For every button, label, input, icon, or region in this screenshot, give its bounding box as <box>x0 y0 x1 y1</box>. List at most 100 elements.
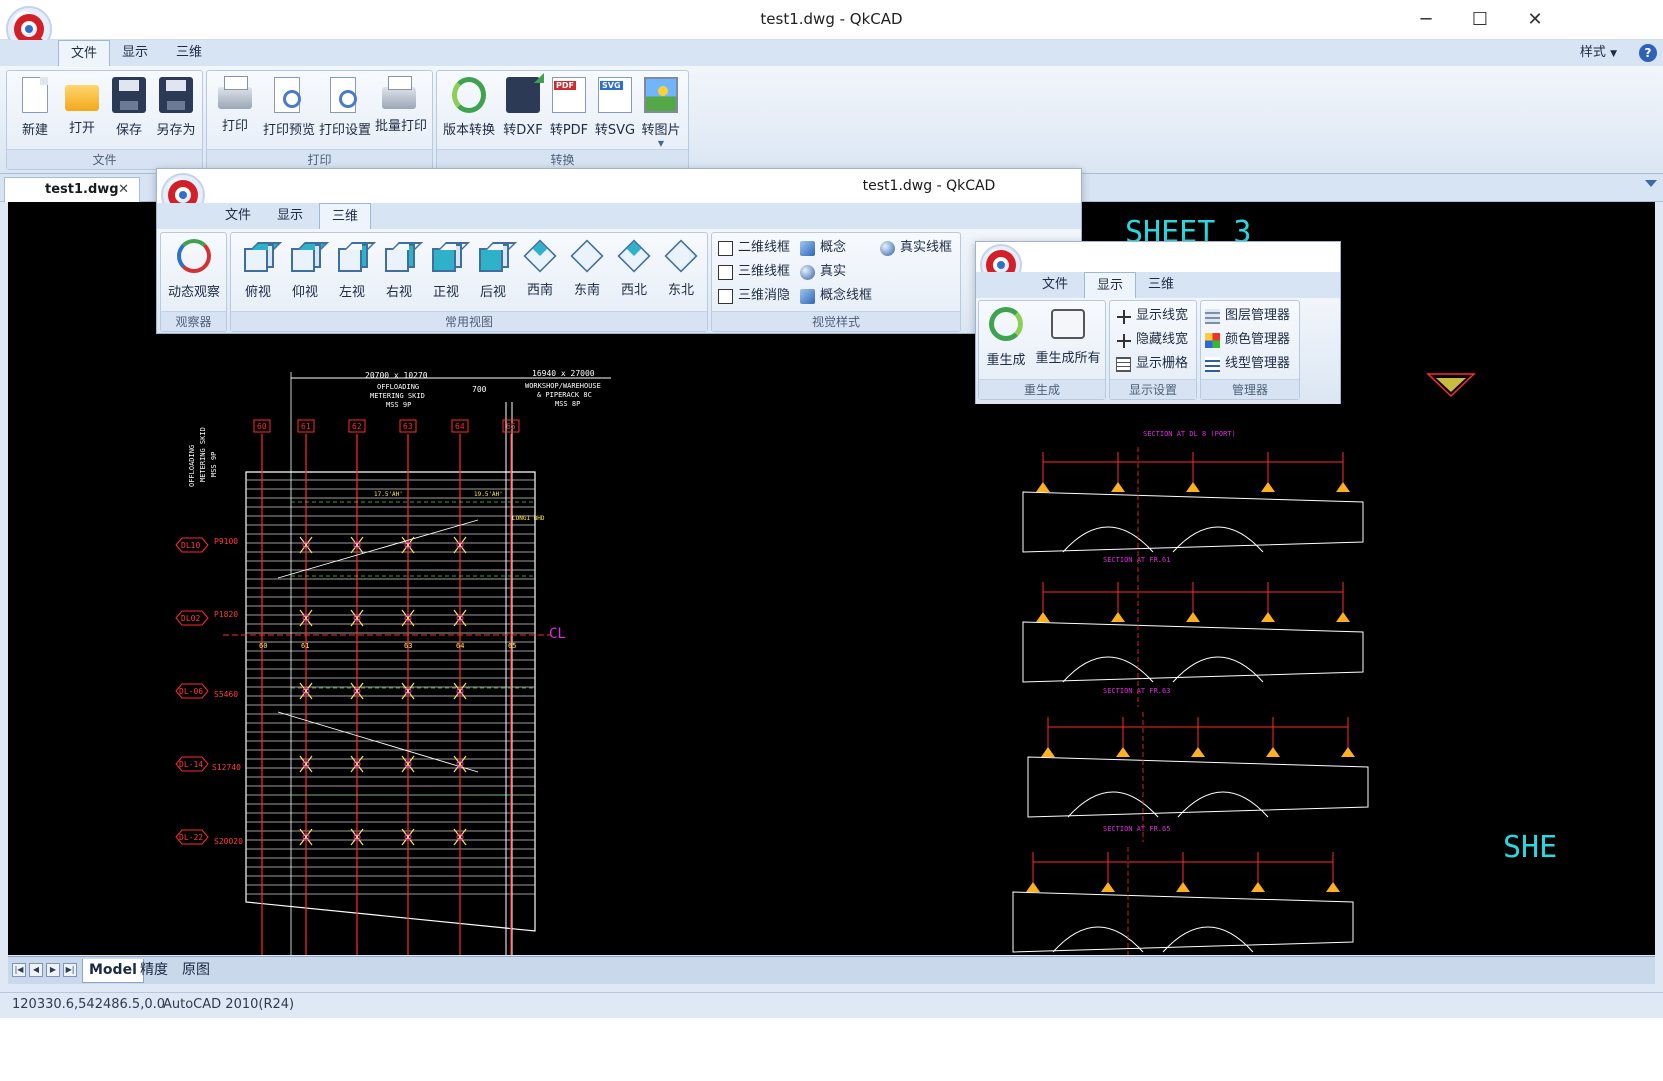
style-conceptual-wire[interactable]: 概念线框 <box>798 285 872 307</box>
view-bottom-button[interactable]: 仰视 <box>282 239 329 300</box>
save-button[interactable]: 保存 <box>105 75 153 147</box>
print-button[interactable]: 打印 <box>211 75 259 147</box>
to-svg-button[interactable]: 转SVG <box>591 75 639 147</box>
color-manager[interactable]: 颜色管理器 <box>1203 329 1290 351</box>
first-sheet-icon[interactable]: |◀ <box>12 963 26 977</box>
view-ne-button[interactable]: 东北 <box>658 239 704 298</box>
right-note-3: MSS 8P <box>555 400 580 408</box>
view-right-button[interactable]: 右视 <box>376 239 423 300</box>
plus-icon <box>1116 309 1131 324</box>
view-back-button[interactable]: 后视 <box>470 239 517 300</box>
regen-all-label: 重生成所有 <box>1035 351 1101 366</box>
show-lineweight[interactable]: 显示线宽 <box>1114 305 1188 327</box>
style-conceptual[interactable]: 概念 <box>798 237 846 259</box>
dim-left: 20700 x 10270 <box>365 371 428 380</box>
view-left-icon <box>335 239 376 273</box>
view-nw-icon <box>617 239 651 273</box>
print-preview-icon <box>274 77 301 113</box>
ribbon-group-label: 管理器 <box>1201 379 1299 399</box>
tab-file[interactable]: 文件 <box>213 203 263 229</box>
to-pdf-button[interactable]: 转PDF <box>545 75 593 147</box>
layer-manager[interactable]: 图层管理器 <box>1203 305 1290 327</box>
sheet-tab-precision[interactable]: 精度 <box>134 959 174 983</box>
new-label: 新建 <box>21 123 48 138</box>
hide-lineweight[interactable]: 隐藏线宽 <box>1114 329 1188 351</box>
to-dxf-label: 转DXF <box>503 123 543 138</box>
style-3d-wireframe[interactable]: 三维线框 <box>716 261 790 283</box>
regen-button[interactable]: 重生成 <box>983 307 1029 368</box>
level-tag: DL-06 <box>179 687 203 696</box>
maximize-button[interactable]: ☐ <box>1460 6 1500 34</box>
print-settings-button[interactable]: 打印设置 <box>319 75 371 147</box>
batch-print-button[interactable]: 批量打印 <box>375 75 427 147</box>
style-3d-hidden[interactable]: 三维消隐 <box>716 285 790 307</box>
tab-3d[interactable]: 三维 <box>1136 272 1186 298</box>
tab-list-dropdown-icon[interactable] <box>1645 180 1657 187</box>
linetype-manager[interactable]: 线型管理器 <box>1203 353 1290 375</box>
item-label: 图层管理器 <box>1225 308 1291 323</box>
tab-file[interactable]: 文件 <box>1030 272 1080 298</box>
help-icon[interactable]: ? <box>1639 44 1657 62</box>
title-bar: test1.dwg - QkCAD ─ ☐ ✕ <box>0 0 1663 52</box>
color-palette-icon <box>1205 333 1220 348</box>
tab-display[interactable]: 显示 <box>1084 272 1137 298</box>
print-preview-button[interactable]: 打印预览 <box>263 75 315 147</box>
view-left-button[interactable]: 左视 <box>329 239 376 300</box>
ribbon-group-managers: 图层管理器 颜色管理器 线型管理器 管理器 <box>1200 300 1300 400</box>
tab-3d[interactable]: 三维 <box>164 40 214 66</box>
next-sheet-icon[interactable]: ▶ <box>46 963 60 977</box>
row-label: 63 <box>404 642 412 650</box>
view-sw-button[interactable]: 西南 <box>517 239 563 298</box>
tab-display[interactable]: 显示 <box>265 203 315 229</box>
conceptual-icon <box>800 241 815 256</box>
version-convert-button[interactable]: 版本转换 <box>441 75 497 147</box>
style-label: 概念线框 <box>820 288 873 303</box>
open-button[interactable]: 打开 <box>58 75 106 147</box>
tab-display[interactable]: 显示 <box>110 40 160 66</box>
style-realistic-wire[interactable]: 真实线框 <box>878 237 952 259</box>
to-image-button[interactable]: 转图片 ▼ <box>637 75 685 148</box>
pdf-icon <box>552 77 586 113</box>
view-nw-label: 西北 <box>620 283 647 298</box>
save-as-button[interactable]: 另存为 <box>152 75 200 147</box>
layers-icon <box>1205 309 1220 324</box>
close-button[interactable]: ✕ <box>1515 6 1555 34</box>
new-file-icon <box>22 77 48 113</box>
prev-sheet-icon[interactable]: ◀ <box>29 963 43 977</box>
close-tab-icon[interactable]: ✕ <box>118 178 129 201</box>
minimize-button[interactable]: ─ <box>1406 6 1446 34</box>
grid-bubbles: 60 61 62 63 64 65 <box>253 419 520 433</box>
version-convert-label: 版本转换 <box>442 123 495 138</box>
realistic-icon <box>800 265 815 280</box>
show-grid[interactable]: 显示栅格 <box>1114 353 1188 375</box>
to-dxf-button[interactable]: 转DXF <box>499 73 547 147</box>
view-top-button[interactable]: 俯视 <box>235 239 282 300</box>
ribbon-group-views: 俯视 仰视 左视 右视 正视 后视 西南 东南 西北 东北 常用视图 <box>230 232 708 332</box>
view-front-button[interactable]: 正视 <box>423 239 470 300</box>
orbit-button[interactable]: 动态观察 <box>165 239 223 300</box>
view-se-button[interactable]: 东南 <box>564 239 610 298</box>
style-2d-wireframe[interactable]: 二维线框 <box>716 237 790 259</box>
sheet-tab-original[interactable]: 原图 <box>176 959 216 983</box>
level-value: S12740 <box>212 763 241 772</box>
new-button[interactable]: 新建 <box>11 75 59 147</box>
centerline-label: CL <box>549 626 566 642</box>
last-sheet-icon[interactable]: ▶| <box>63 963 77 977</box>
ribbon-group-label: 打印 <box>207 149 432 169</box>
side-label-3: MSS 9P <box>210 452 218 477</box>
level-tag: DL10 <box>181 541 200 550</box>
cursor-coordinates: 120330.6,542486.5,0.0 <box>12 997 165 1012</box>
sheet-tab-bar: |◀ ◀ ▶ ▶| Model 精度 原图 <box>8 956 1655 984</box>
style-realistic[interactable]: 真实 <box>798 261 846 283</box>
style-menu[interactable]: 样式 ▼ <box>1580 40 1617 67</box>
row-label: 61 <box>301 642 309 650</box>
document-tab[interactable]: test1.dwg ✕ <box>4 177 140 202</box>
wireframe-3d-icon <box>718 265 733 280</box>
tab-3d[interactable]: 三维 <box>319 203 372 229</box>
tab-file[interactable]: 文件 <box>58 40 111 66</box>
view-nw-button[interactable]: 西北 <box>611 239 657 298</box>
dxf-icon <box>506 73 544 113</box>
menu-bar: 文件 显示 三维 <box>157 203 1081 229</box>
regen-all-button[interactable]: 重生成所有 <box>1033 307 1103 366</box>
section-title: SECTION AT FR.63 <box>1103 687 1170 695</box>
